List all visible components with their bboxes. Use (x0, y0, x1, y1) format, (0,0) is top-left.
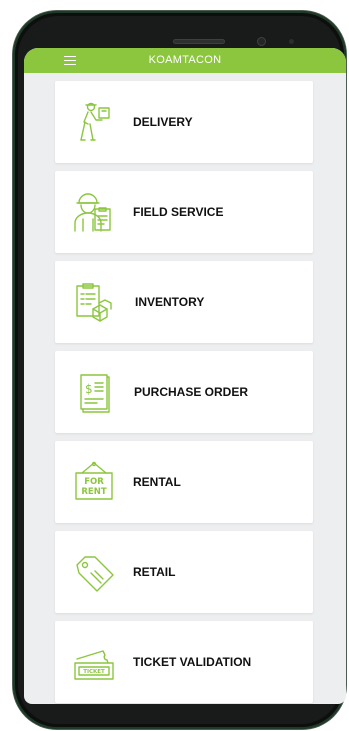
menu-item-label: RETAIL (133, 565, 176, 579)
purchase-order-document-icon: $ (71, 369, 117, 415)
menu-item-label: PURCHASE ORDER (134, 385, 249, 399)
menu-item-label: FIELD SERVICE (133, 205, 224, 219)
app-screen: KOAMTACON DELIVERY FIELD SERVICE INVENTO… (24, 48, 346, 704)
ticket-text: TICKET (83, 669, 105, 675)
menu-item-rental[interactable]: FOR RENT RENTAL (55, 441, 313, 523)
for-rent-sign-icon: FOR RENT (71, 459, 117, 505)
menu-item-ticket-validation[interactable]: TICKET TICKET VALIDATION (55, 621, 313, 703)
menu-item-retail[interactable]: RETAIL (55, 531, 313, 613)
menu-item-field-service[interactable]: FIELD SERVICE (55, 171, 313, 253)
menu-item-label: INVENTORY (135, 295, 205, 309)
app-bar: KOAMTACON (24, 48, 346, 73)
for-rent-sign-line1: FOR (84, 477, 104, 487)
earpiece-speaker (173, 39, 225, 44)
inventory-clipboard-boxes-icon (71, 279, 117, 325)
front-camera (257, 37, 266, 46)
menu-item-label: RENTAL (133, 475, 181, 489)
field-technician-icon (71, 189, 117, 235)
menu-item-purchase-order[interactable]: $ PURCHASE ORDER (55, 351, 313, 433)
svg-text:$: $ (85, 382, 93, 396)
proximity-sensor (289, 39, 294, 44)
menu-item-inventory[interactable]: INVENTORY (55, 261, 313, 343)
app-title: KOAMTACON (148, 54, 222, 66)
delivery-person-icon (71, 99, 117, 145)
for-rent-sign-line2: RENT (81, 487, 106, 497)
menu-item-label: TICKET VALIDATION (133, 655, 252, 669)
ticket-icon: TICKET (71, 639, 117, 685)
menu-item-delivery[interactable]: DELIVERY (55, 81, 313, 163)
price-tag-icon (71, 549, 117, 595)
menu-item-label: DELIVERY (133, 115, 193, 129)
